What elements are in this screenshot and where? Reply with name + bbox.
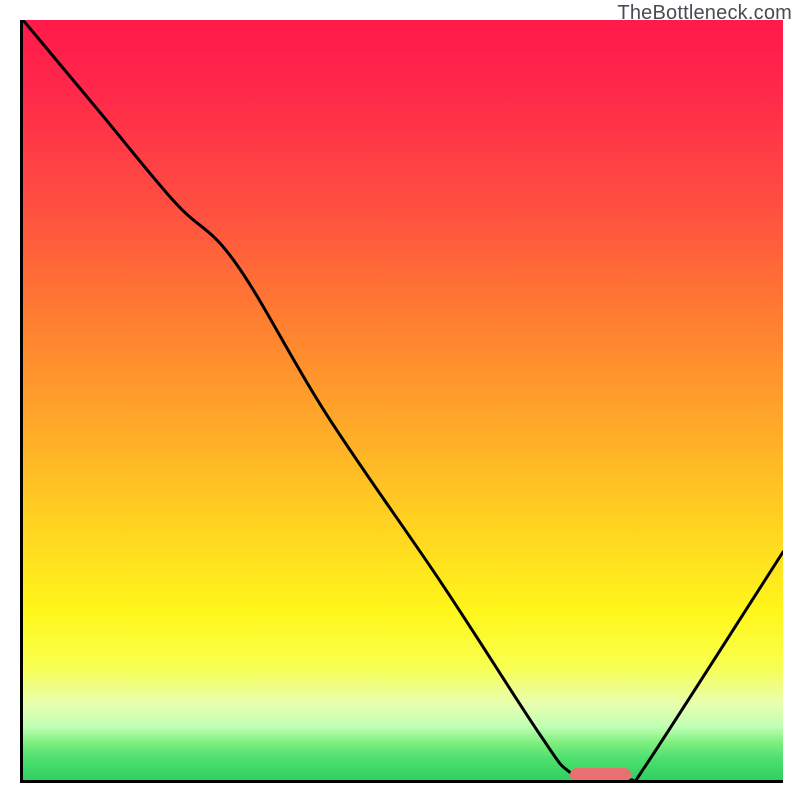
curve-svg [23,20,783,780]
optimal-range-marker [570,768,631,782]
plot-area [20,20,783,783]
bottleneck-chart: TheBottleneck.com [0,0,800,800]
bottleneck-curve-path [23,20,783,780]
